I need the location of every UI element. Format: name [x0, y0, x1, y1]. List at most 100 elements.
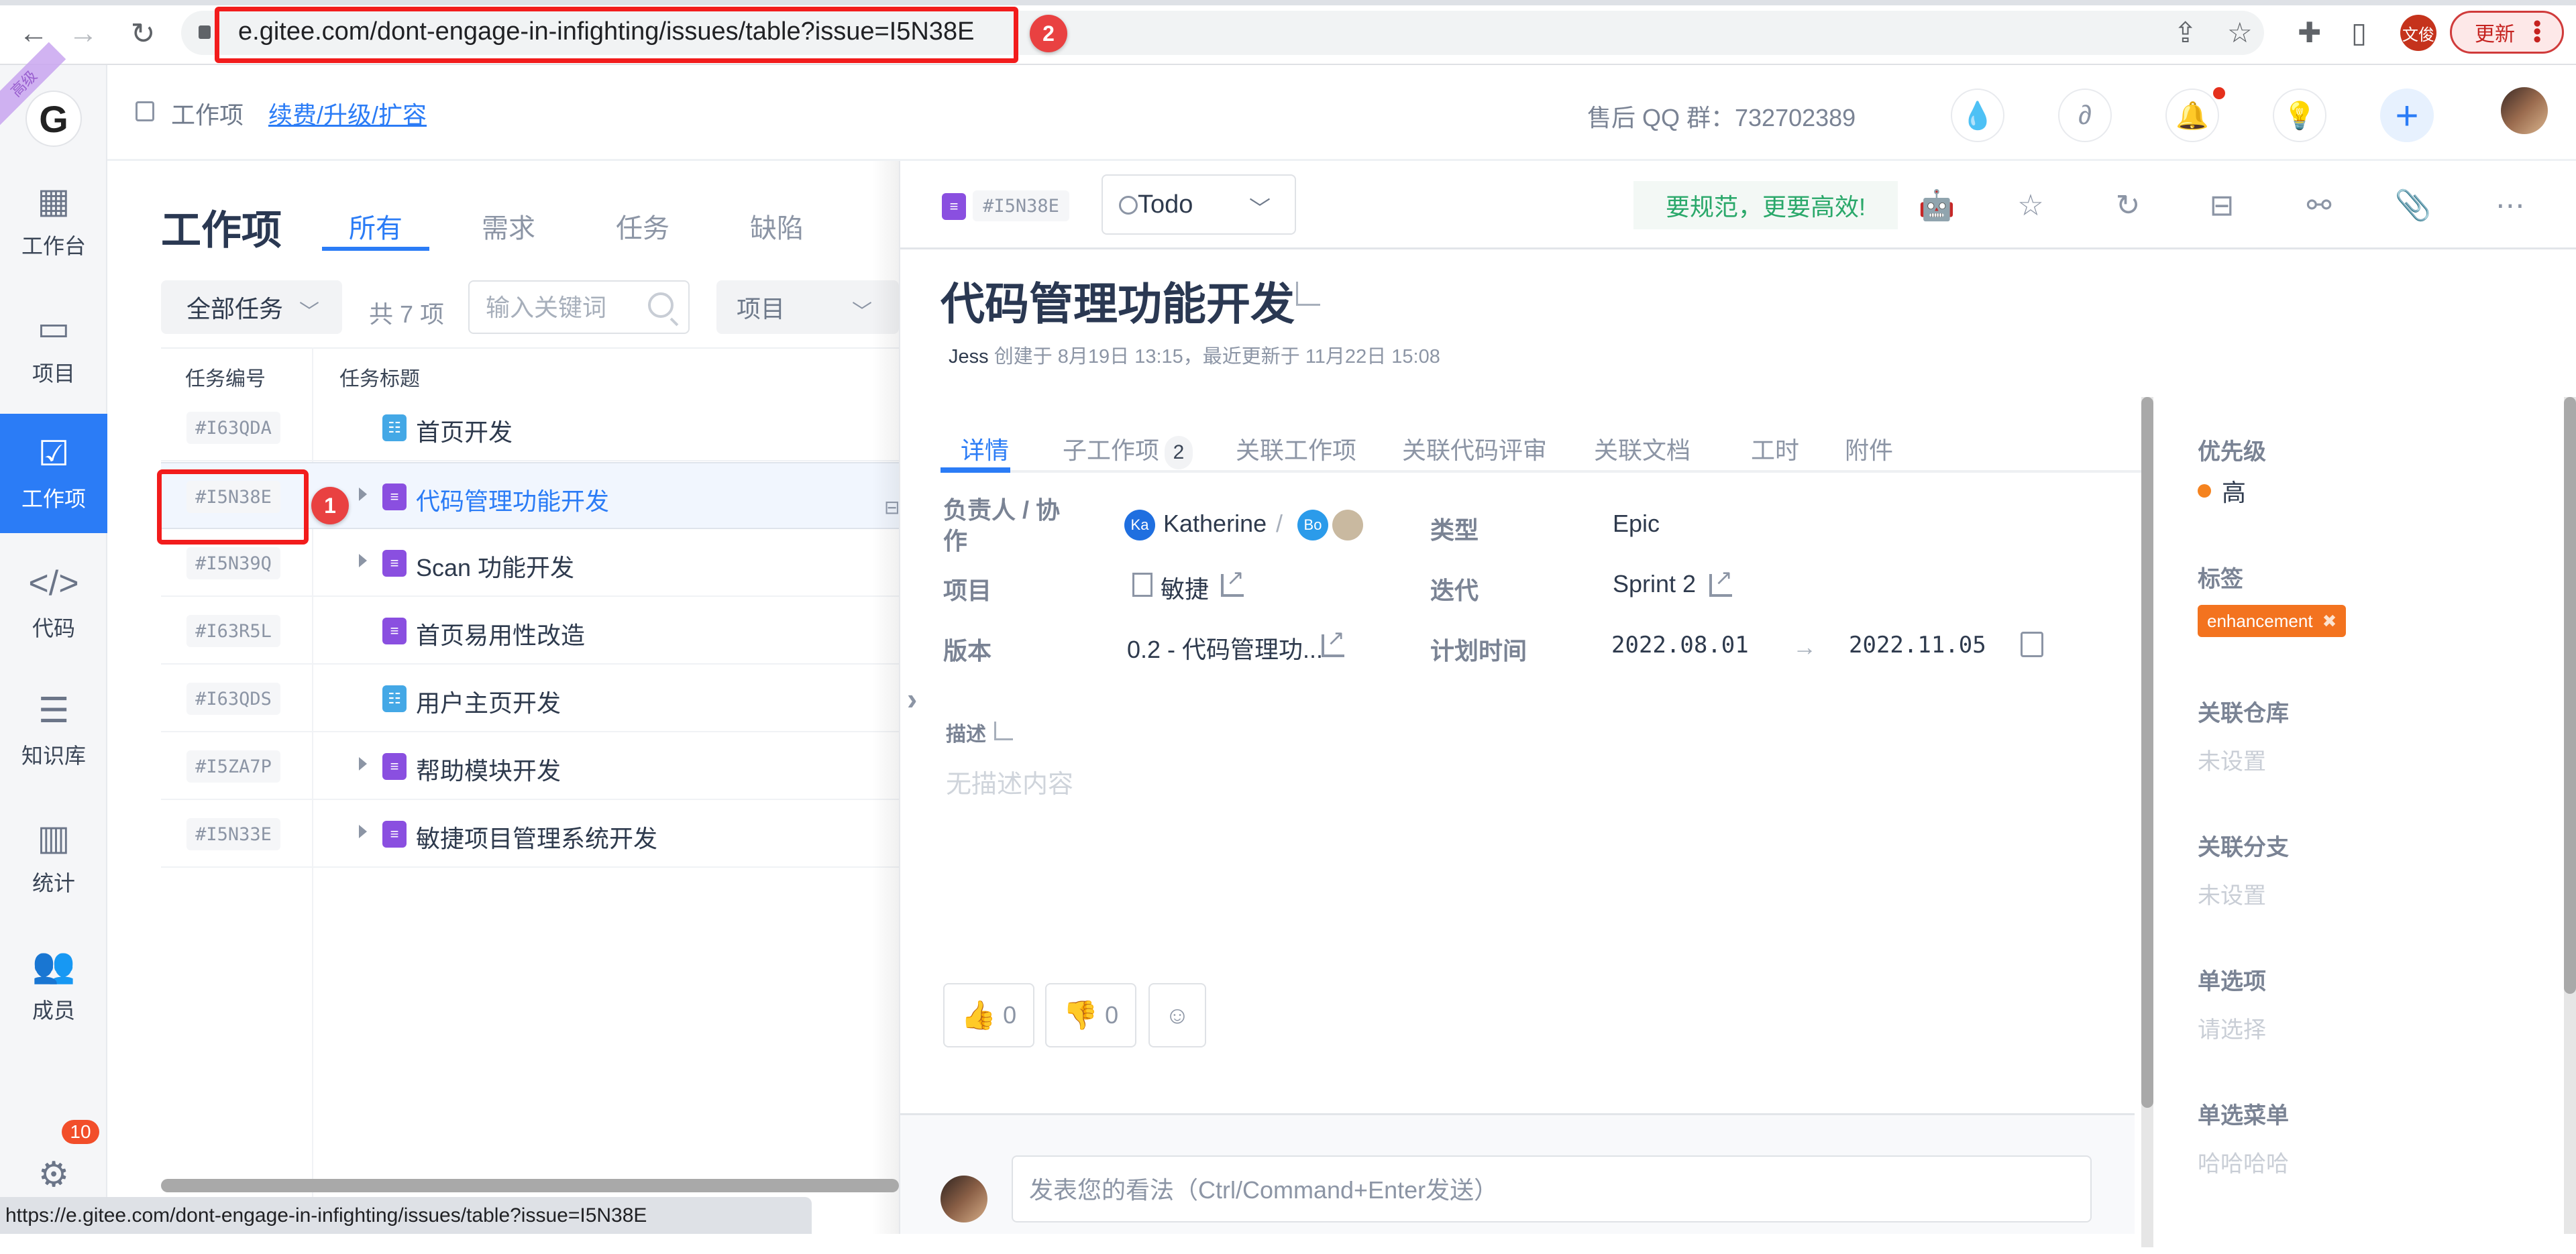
sidebar-item-knowledge[interactable]: ☰ 知识库 — [0, 671, 107, 790]
column-header-title[interactable]: 任务标题 — [339, 362, 420, 392]
task-scope-dropdown[interactable]: 全部任务 ﹀ — [161, 280, 342, 334]
detail-tab[interactable]: 附件 — [1845, 431, 1893, 466]
edit-description-icon[interactable] — [994, 722, 1013, 740]
sidebar-item-stats[interactable]: ▥ 统计 — [0, 798, 107, 917]
user-avatar[interactable] — [2501, 87, 2548, 134]
plan-end-date[interactable]: 2022.11.05 — [1849, 632, 1986, 659]
search-input[interactable] — [486, 291, 647, 325]
collaborator-avatar[interactable]: Bo — [1297, 510, 1328, 540]
table-row[interactable]: #I5N33E ≡ 敏捷项目管理系统开发 — [161, 801, 899, 868]
row-id[interactable]: #I5N33E — [186, 818, 280, 850]
attachment-paperclip-icon[interactable]: 📎 — [2393, 185, 2433, 225]
tab-all[interactable]: 所有 — [349, 207, 402, 245]
branch-value[interactable]: 未设置 — [2198, 877, 2266, 910]
remove-tag-icon[interactable]: ✖ — [2322, 611, 2337, 632]
priority-value[interactable]: 高 — [2222, 473, 2246, 508]
workitem-id[interactable]: #I5N38E — [973, 190, 1069, 221]
sidebar-item-members[interactable]: 👥 成员 — [0, 925, 107, 1045]
detail-tab[interactable]: 详情 — [961, 431, 1009, 466]
detail-tab[interactable]: 子工作项 2 — [1063, 431, 1193, 469]
row-title[interactable]: 首页易用性改造 — [416, 616, 585, 651]
expand-caret-icon[interactable] — [359, 757, 367, 771]
row-title[interactable]: 帮助模块开发 — [416, 752, 561, 787]
status-dropdown[interactable]: Todo ﹀ — [1102, 174, 1296, 235]
link-chain-icon[interactable]: ⚯ — [2299, 185, 2339, 225]
row-id[interactable]: #I5ZA7P — [186, 750, 280, 783]
bookmark-star-icon[interactable]: ☆ — [2227, 16, 2253, 49]
row-title[interactable]: 敏捷项目管理系统开发 — [416, 819, 657, 854]
row-id[interactable]: #I63R5L — [186, 615, 280, 647]
forward-button[interactable]: → — [64, 15, 102, 52]
profile-avatar[interactable]: 文俊 — [2400, 15, 2436, 51]
tag-chip[interactable]: enhancement ✖ — [2198, 605, 2347, 637]
row-title[interactable]: Scan 功能开发 — [416, 549, 574, 583]
expand-caret-icon[interactable] — [359, 825, 367, 838]
renew-upgrade-link[interactable]: 续费/升级/扩容 — [268, 96, 427, 131]
tab-tasks[interactable]: 任务 — [616, 207, 669, 245]
detail-scrollbar[interactable] — [2141, 397, 2153, 1247]
sidebar-item-settings[interactable]: ⚙ 设置 — [0, 1135, 107, 1254]
menu-dots-icon[interactable]: ••• — [2524, 19, 2550, 44]
open-version-icon[interactable] — [1322, 625, 1345, 657]
row-title[interactable]: 代码管理功能开发 — [416, 482, 609, 517]
detail-tab[interactable]: 关联代码评审 — [1402, 431, 1547, 466]
open-iteration-icon[interactable] — [1709, 565, 1733, 597]
thumbs-up-button[interactable]: 👍 0 — [943, 983, 1034, 1047]
iteration-value[interactable]: Sprint 2 — [1613, 570, 1696, 598]
assistant-icon[interactable]: 💧 — [1951, 89, 2004, 142]
star-icon[interactable]: ☆ — [2010, 185, 2051, 225]
row-id[interactable]: #I5N39Q — [186, 547, 280, 579]
extensions-puzzle-icon[interactable]: ✚ — [2298, 16, 2321, 49]
detail-tab[interactable]: 关联文档 — [1594, 431, 1690, 466]
expand-caret-icon[interactable] — [359, 554, 367, 567]
table-row[interactable]: #I63QDS ☷ 用户主页开发 — [161, 665, 899, 732]
create-plus-button[interactable]: + — [2380, 89, 2434, 142]
repo-value[interactable]: 未设置 — [2198, 743, 2266, 776]
single-option-value[interactable]: 请选择 — [2198, 1011, 2266, 1044]
project-value[interactable]: 敏捷 — [1161, 570, 1209, 605]
sidebar-item-projects[interactable]: ▭ 项目 — [0, 288, 107, 408]
detail-tab[interactable]: 关联工作项 — [1236, 431, 1356, 466]
add-reaction-button[interactable]: ☺ — [1148, 983, 1206, 1047]
share-icon[interactable]: ⇪ — [2174, 16, 2197, 49]
sidebar-item-workbench[interactable]: ▦ 工作台 — [0, 161, 107, 280]
tab-bugs[interactable]: 缺陷 — [750, 207, 804, 245]
chevron-right-icon[interactable]: › — [907, 681, 917, 717]
open-project-icon[interactable] — [1221, 565, 1244, 597]
bell-icon[interactable]: 🔔 — [2165, 89, 2219, 142]
scrollbar-thumb[interactable] — [2564, 397, 2576, 994]
tab-requirements[interactable]: 需求 — [482, 207, 535, 245]
collaborator-avatar-photo[interactable] — [1332, 510, 1363, 540]
robot-icon[interactable]: 🤖 — [1917, 185, 1957, 225]
sidebar-item-workitems[interactable]: ☑ 工作项 — [0, 414, 107, 533]
table-row[interactable]: #I63R5L ≡ 首页易用性改造 — [161, 597, 899, 665]
thumbs-down-button[interactable]: 👎 0 — [1045, 983, 1136, 1047]
table-row[interactable]: #I63QDA ☷ 首页开发 — [161, 394, 899, 461]
single-menu-value[interactable]: 哈哈哈哈 — [2198, 1145, 2289, 1178]
edit-title-icon[interactable] — [1296, 282, 1320, 306]
assignee-name[interactable]: Katherine — [1163, 510, 1267, 538]
author-name[interactable]: Jess — [949, 346, 989, 367]
hierarchy-icon[interactable]: ⊟ — [2202, 185, 2242, 225]
expand-caret-icon[interactable] — [359, 488, 367, 501]
type-value[interactable]: Epic — [1613, 510, 1660, 538]
plan-start-date[interactable]: 2022.08.01 — [1611, 632, 1749, 659]
detail-tab[interactable]: 工时 — [1751, 431, 1799, 466]
gitee-logo[interactable]: G — [25, 91, 82, 147]
calendar-icon[interactable] — [2021, 632, 2043, 657]
row-id[interactable]: #I63QDA — [186, 412, 280, 444]
comment-input[interactable] — [1029, 1170, 2069, 1210]
row-action-icon[interactable]: ⊟ — [884, 496, 900, 518]
column-header-id[interactable]: 任务编号 — [185, 362, 266, 392]
assignee-avatar[interactable]: Ka — [1124, 510, 1155, 540]
row-id[interactable]: #I63QDS — [186, 683, 280, 715]
update-button[interactable]: 更新 ••• — [2450, 11, 2564, 54]
row-title[interactable]: 用户主页开发 — [416, 684, 561, 719]
more-options-icon[interactable]: ⋯ — [2490, 185, 2530, 225]
table-row[interactable]: #I5ZA7P ≡ 帮助模块开发 — [161, 733, 899, 800]
reload-button[interactable]: ↻ — [124, 15, 162, 52]
link-icon[interactable]: ∂ — [2058, 89, 2112, 142]
row-title[interactable]: 首页开发 — [416, 413, 513, 448]
scrollbar-thumb[interactable] — [2141, 397, 2153, 1108]
sidebar-item-code[interactable]: </> 代码 — [0, 543, 107, 663]
